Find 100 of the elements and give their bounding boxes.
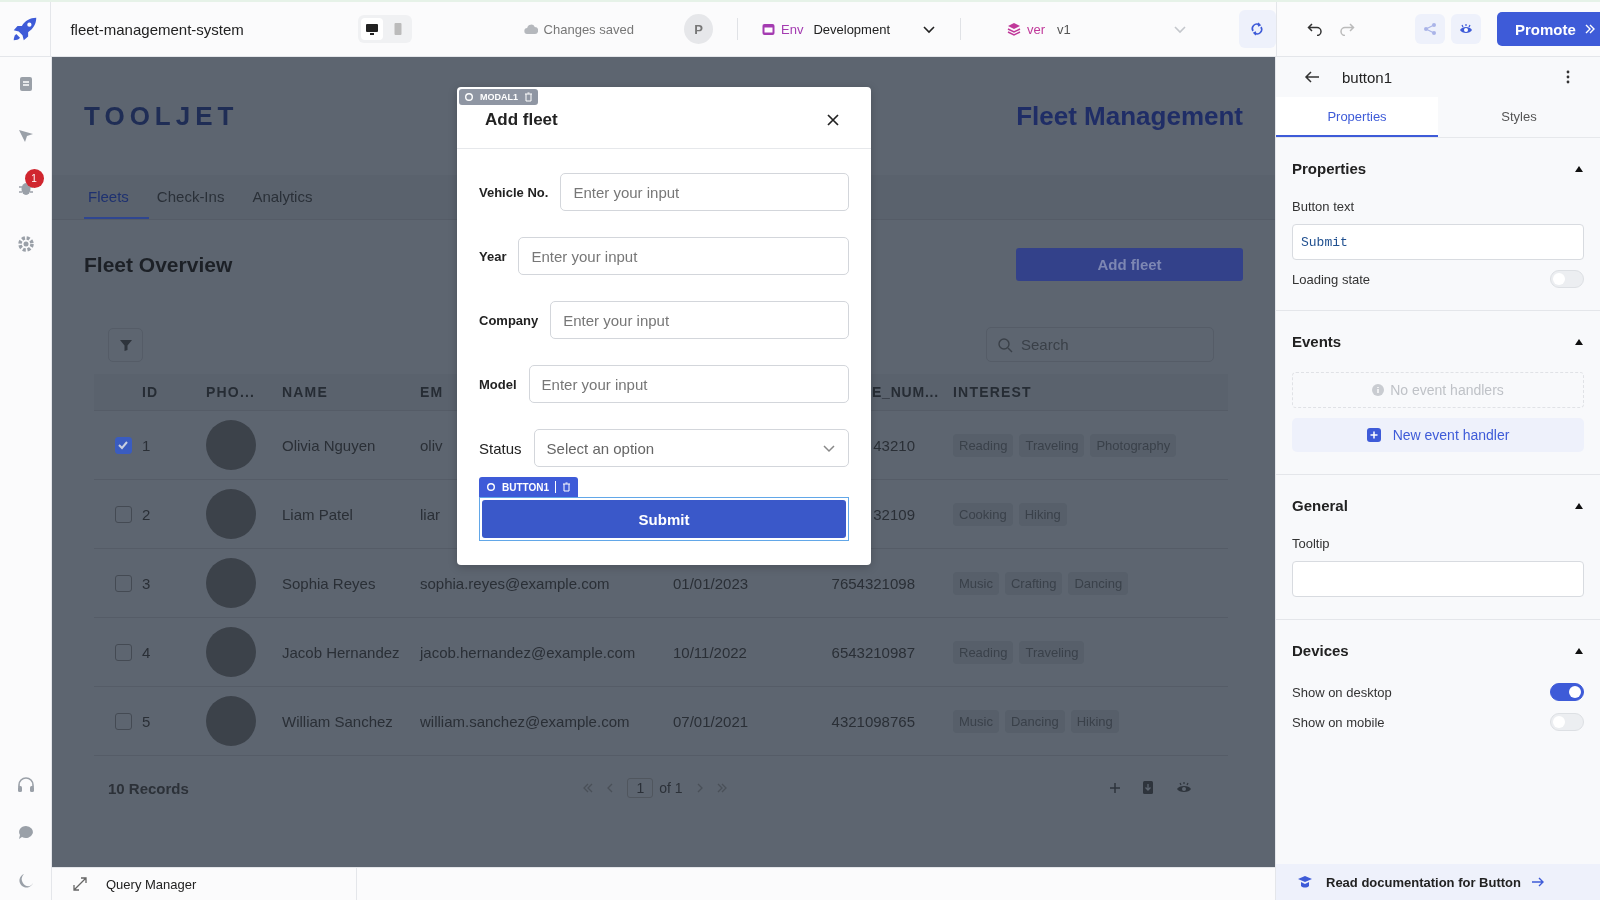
row-checkbox[interactable]	[114, 436, 132, 454]
component-badge[interactable]: BUTTON1	[479, 477, 579, 497]
preview-button[interactable]	[1451, 14, 1481, 44]
add-icon[interactable]	[1108, 781, 1122, 795]
more-options-icon[interactable]	[1566, 70, 1570, 84]
component-name: button1	[1342, 68, 1394, 86]
double-chevron-icon	[1583, 23, 1596, 35]
column-header[interactable]: ID	[142, 384, 206, 400]
download-icon[interactable]	[1142, 780, 1156, 796]
field-label: Model	[479, 376, 517, 392]
back-arrow-icon[interactable]	[1304, 70, 1320, 84]
arrow-right-icon[interactable]	[1531, 877, 1545, 887]
tab[interactable]: Fleets	[84, 175, 149, 219]
column-header[interactable]: PHO...	[206, 384, 282, 400]
cloud-icon	[523, 24, 538, 34]
field-label: Tooltip	[1292, 536, 1331, 551]
environment-dropdown[interactable]: Env Development	[762, 21, 936, 37]
desktop-mode-button[interactable]	[360, 18, 383, 40]
column-header[interactable]: E_NUM...	[871, 384, 939, 400]
environment-icon	[762, 22, 775, 36]
row-checkbox[interactable]	[114, 643, 132, 661]
empty-state-text: No event handlers	[1390, 382, 1504, 398]
email-cell: liar	[420, 505, 440, 523]
first-page-icon[interactable]	[583, 783, 594, 793]
photo-placeholder	[206, 420, 256, 470]
component-badge[interactable]: MODAL1	[459, 89, 538, 105]
headset-icon[interactable]	[15, 776, 36, 794]
id-cell: 3	[142, 574, 151, 592]
id-cell: 1	[142, 436, 151, 454]
text-input[interactable]: Enter your input	[518, 237, 849, 275]
chat-icon[interactable]	[16, 824, 35, 842]
undo-icon[interactable]	[1307, 22, 1323, 36]
modal-title: Add fleet	[485, 109, 558, 130]
gear-icon	[486, 482, 496, 492]
plus-icon	[1366, 428, 1381, 442]
filter-button[interactable]	[108, 327, 143, 362]
name-cell-text: Jacob Hernandez	[282, 643, 401, 661]
row-checkbox[interactable]	[114, 574, 132, 592]
tab[interactable]: Properties	[1276, 97, 1438, 137]
text-input[interactable]: Enter your input	[560, 173, 849, 211]
search-icon	[997, 337, 1013, 353]
status-dropdown[interactable]: Select an option	[533, 429, 849, 467]
gear-icon	[464, 92, 474, 102]
redo-icon[interactable]	[1339, 22, 1355, 36]
column-header[interactable]: NAME	[282, 384, 420, 400]
collapse-icon[interactable]	[1574, 501, 1584, 510]
field-label: Status	[479, 439, 522, 457]
field-label: Company	[479, 312, 539, 328]
filter-icon	[118, 337, 133, 352]
submit-button[interactable]: Submit	[482, 500, 846, 538]
section-title: General	[1292, 497, 1348, 514]
share-button[interactable]	[1415, 14, 1445, 44]
page-total: of 1	[659, 780, 683, 796]
row-checkbox[interactable]	[114, 712, 132, 730]
expand-icon[interactable]	[72, 876, 88, 892]
settings-icon[interactable]	[16, 235, 35, 253]
version-dropdown[interactable]: ver v1	[1007, 21, 1187, 37]
refresh-button[interactable]	[1238, 10, 1276, 48]
collapse-icon[interactable]	[1574, 646, 1584, 655]
name-cell-text: Sophia Reyes	[282, 574, 377, 592]
user-avatar[interactable]: P	[683, 14, 714, 44]
photo-placeholder	[206, 489, 256, 539]
toggle-label: Loading state	[1292, 271, 1371, 287]
query-manager-label[interactable]: Query Manager	[106, 876, 338, 892]
eye-icon	[1459, 23, 1473, 35]
trash-icon[interactable]	[562, 482, 572, 492]
eye-icon[interactable]	[1176, 781, 1192, 795]
tab[interactable]: Styles	[1438, 97, 1600, 137]
email-cell: jacob.hernandez@example.com	[420, 643, 636, 661]
page-number-field[interactable]: 1	[627, 778, 654, 798]
tooltip-input[interactable]	[1292, 561, 1584, 597]
phone-cell: 6543210987	[831, 643, 915, 661]
toggle-switch[interactable]	[1550, 683, 1584, 701]
row-checkbox[interactable]	[114, 505, 132, 523]
checkmark-icon	[117, 439, 129, 451]
new-event-handler-button[interactable]: New event handler	[1292, 418, 1584, 452]
button-text-input[interactable]: Submit	[1292, 224, 1584, 260]
add-fleet-button[interactable]: Add fleet	[1016, 248, 1243, 281]
last-page-icon[interactable]	[716, 783, 727, 793]
next-page-icon[interactable]	[696, 783, 703, 793]
close-icon[interactable]	[825, 111, 841, 128]
toggle-label: Show on mobile	[1292, 714, 1385, 730]
collapse-icon[interactable]	[1574, 337, 1584, 346]
brand-logo: TOOLJET	[84, 100, 239, 132]
record-count: 10 Records	[108, 779, 190, 797]
date-cell: 10/11/2022	[673, 643, 747, 661]
previous-page-icon[interactable]	[607, 783, 614, 793]
email-cell: sophia.reyes@example.com	[420, 574, 610, 592]
text-input[interactable]: Enter your input	[550, 301, 849, 339]
section-heading: Fleet Overview	[84, 252, 233, 277]
collapse-icon[interactable]	[1574, 164, 1584, 173]
layers-icon	[1007, 22, 1021, 36]
save-status: Changes saved	[543, 21, 634, 37]
monitor-icon	[364, 22, 379, 36]
text-input[interactable]: Enter your input	[528, 365, 849, 403]
promote-button[interactable]: Promote	[1497, 12, 1600, 46]
field-label: Year	[479, 248, 507, 264]
trash-icon[interactable]	[524, 92, 533, 102]
photo-placeholder	[206, 558, 256, 608]
app-name: fleet-management-system	[70, 20, 245, 38]
